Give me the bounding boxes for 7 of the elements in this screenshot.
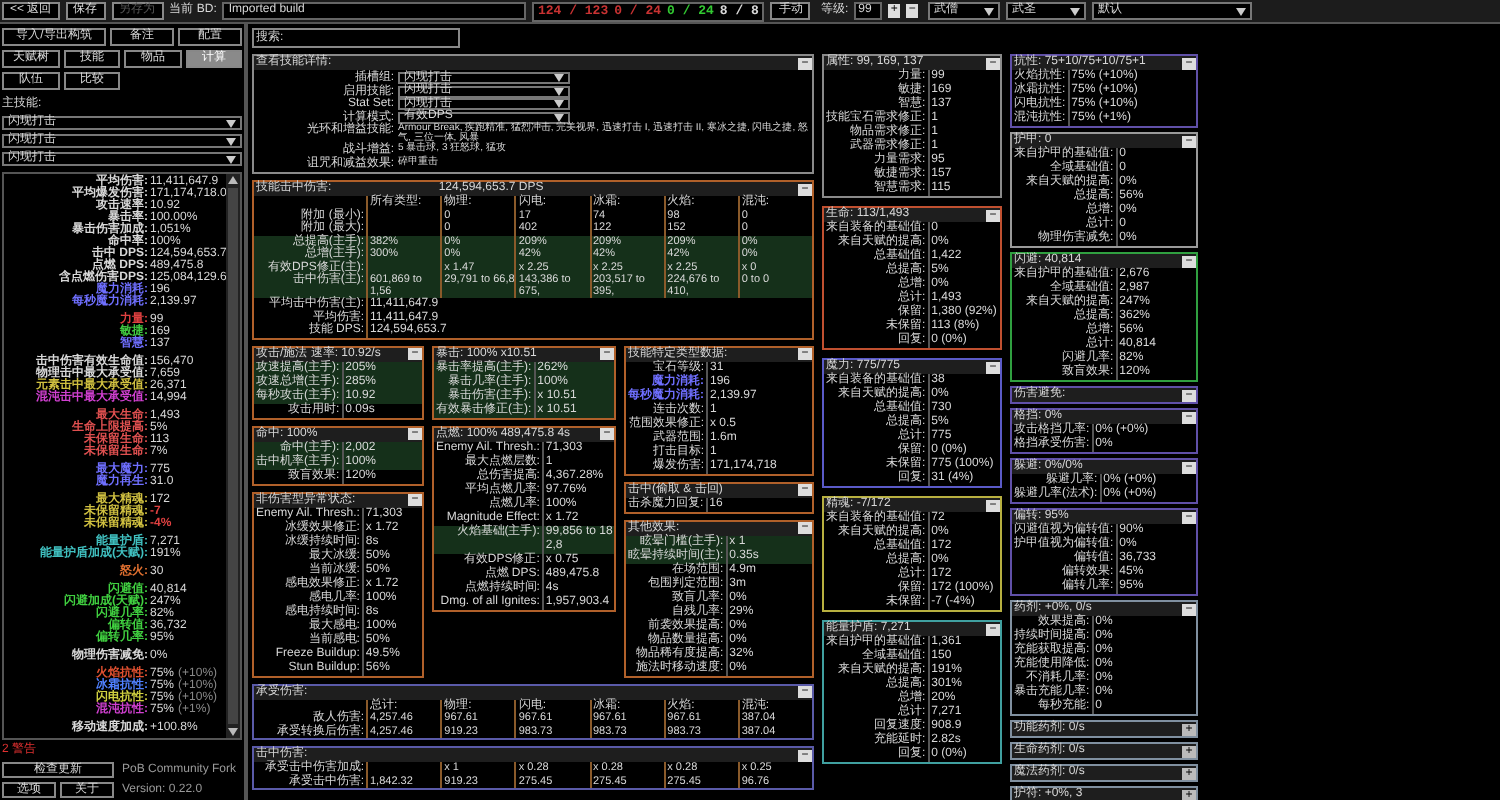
caret-icon — [984, 7, 995, 15]
caret-icon — [1236, 7, 1247, 15]
scroll-up-icon — [228, 176, 239, 184]
scrollbar[interactable] — [226, 174, 240, 738]
scroll-down-icon — [228, 728, 239, 736]
caret-icon — [1070, 7, 1081, 15]
scrollbar-thumb[interactable] — [228, 188, 239, 724]
